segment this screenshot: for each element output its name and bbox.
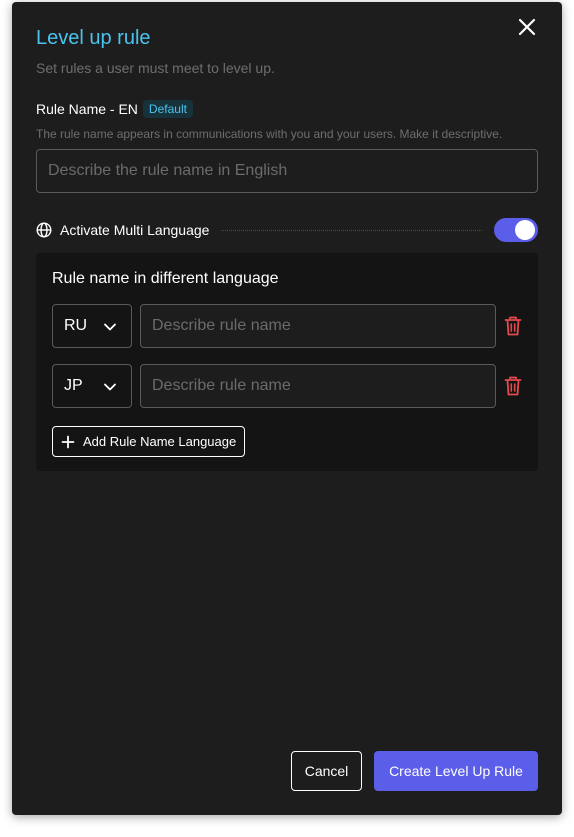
dotted-divider [221, 229, 482, 231]
add-rule-name-language-label: Add Rule Name Language [83, 434, 237, 449]
rule-name-helper-text: The rule name appears in communications … [36, 127, 503, 141]
language-code: RU [64, 317, 88, 334]
create-level-up-rule-button[interactable]: Create Level Up Rule [374, 751, 538, 791]
chevron-down-icon [104, 323, 116, 331]
rule-name-input-jp[interactable] [140, 364, 496, 408]
close-icon[interactable] [516, 16, 538, 38]
multi-language-row: Activate Multi Language [36, 218, 538, 242]
trash-icon[interactable] [504, 316, 522, 336]
plus-icon [61, 435, 75, 448]
multi-language-toggle[interactable] [494, 218, 538, 242]
level-up-rule-dialog: Level up rule Set rules a user must meet… [12, 2, 562, 815]
language-select-jp[interactable]: JP [52, 364, 132, 408]
cancel-button[interactable]: Cancel [291, 751, 362, 791]
rule-name-input[interactable] [36, 149, 538, 193]
language-select-ru[interactable]: RU [52, 304, 132, 348]
chevron-down-icon [104, 383, 116, 391]
dialog-title: Level up rule [36, 27, 151, 49]
dialog-subtitle: Set rules a user must meet to level up. [36, 60, 275, 76]
globe-icon [36, 222, 52, 238]
rule-name-input-ru[interactable] [140, 304, 496, 348]
rule-name-label: Rule Name - EN [36, 101, 138, 117]
add-rule-name-language-button[interactable]: Add Rule Name Language [52, 426, 246, 457]
rule-name-label-row: Rule Name - EN Default [36, 100, 193, 118]
multi-language-label: Activate Multi Language [60, 222, 210, 238]
language-code: JP [64, 377, 83, 394]
toggle-knob [515, 220, 535, 240]
language-panel: Rule name in different language RU JP [36, 253, 538, 471]
default-badge: Default [142, 100, 193, 118]
language-panel-title: Rule name in different language [52, 270, 279, 287]
trash-icon[interactable] [504, 376, 522, 396]
